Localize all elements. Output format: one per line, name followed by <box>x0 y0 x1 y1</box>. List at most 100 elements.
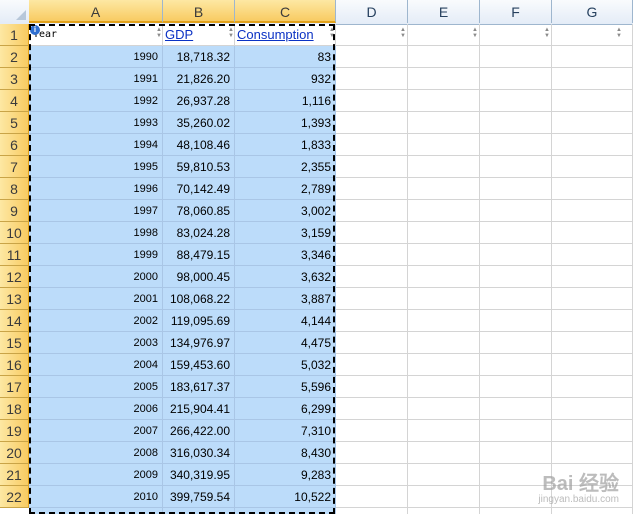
cell-year[interactable]: 1997 <box>29 200 163 222</box>
empty-cell[interactable] <box>408 178 480 200</box>
empty-cell[interactable] <box>552 508 633 514</box>
cell-b1-gdp-link[interactable]: GDP <box>163 24 235 46</box>
empty-cell[interactable] <box>336 156 408 178</box>
cell-consumption[interactable]: 3,887 <box>235 288 336 310</box>
empty-cell[interactable] <box>480 244 552 266</box>
empty-cell[interactable] <box>480 376 552 398</box>
filter-arrow-icon[interactable]: ▲ ▼ <box>156 27 163 39</box>
empty-cell[interactable] <box>408 288 480 310</box>
row-header-11[interactable]: 11 <box>0 244 29 266</box>
empty-cell[interactable] <box>480 288 552 310</box>
empty-cell[interactable] <box>408 464 480 486</box>
cell-consumption[interactable]: 3,002 <box>235 200 336 222</box>
cell-consumption[interactable]: 9,283 <box>235 464 336 486</box>
row-header-9[interactable]: 9 <box>0 200 29 222</box>
cell-year[interactable]: 1994 <box>29 134 163 156</box>
cell-gdp[interactable]: 70,142.49 <box>163 178 235 200</box>
empty-cell[interactable] <box>480 222 552 244</box>
row-header-21[interactable]: 21 <box>0 464 29 486</box>
cell-gdp[interactable]: 316,030.34 <box>163 442 235 464</box>
empty-cell[interactable] <box>408 266 480 288</box>
row-header-2[interactable]: 2 <box>0 46 29 68</box>
empty-cell[interactable] <box>480 112 552 134</box>
empty-cell[interactable] <box>336 508 408 514</box>
cell-consumption[interactable]: 2,789 <box>235 178 336 200</box>
row-header-22[interactable]: 22 <box>0 486 29 508</box>
empty-cell[interactable] <box>480 332 552 354</box>
cell-consumption[interactable]: 3,346 <box>235 244 336 266</box>
cell-year[interactable]: 2005 <box>29 376 163 398</box>
row-header-13[interactable]: 13 <box>0 288 29 310</box>
row-header-4[interactable]: 4 <box>0 90 29 112</box>
row-header-5[interactable]: 5 <box>0 112 29 134</box>
empty-cell[interactable] <box>552 310 633 332</box>
row-header-16[interactable]: 16 <box>0 354 29 376</box>
cell-year[interactable]: 1990 <box>29 46 163 68</box>
cell-year[interactable]: 2006 <box>29 398 163 420</box>
cell-consumption[interactable]: 1,116 <box>235 90 336 112</box>
cell-year[interactable]: 1995 <box>29 156 163 178</box>
cell-consumption[interactable]: 3,159 <box>235 222 336 244</box>
column-header-f[interactable]: F <box>480 0 552 23</box>
empty-cell[interactable] <box>552 398 633 420</box>
empty-cell[interactable] <box>408 420 480 442</box>
cell-gdp[interactable]: 108,068.22 <box>163 288 235 310</box>
row-header-12[interactable]: 12 <box>0 266 29 288</box>
cell-gdp[interactable]: 26,937.28 <box>163 90 235 112</box>
row-header-7[interactable]: 7 <box>0 156 29 178</box>
cell-consumption[interactable]: 6,299 <box>235 398 336 420</box>
empty-cell[interactable] <box>336 68 408 90</box>
cell-consumption[interactable]: 10,522 <box>235 486 336 508</box>
empty-cell[interactable] <box>552 222 633 244</box>
empty-cell[interactable] <box>552 420 633 442</box>
cell-year[interactable]: 2007 <box>29 420 163 442</box>
empty-cell[interactable] <box>552 200 633 222</box>
empty-cell[interactable] <box>336 332 408 354</box>
empty-cell[interactable] <box>408 442 480 464</box>
empty-cell[interactable] <box>480 68 552 90</box>
empty-cell[interactable] <box>480 354 552 376</box>
empty-cell[interactable] <box>552 244 633 266</box>
empty-cell[interactable] <box>408 68 480 90</box>
cell-gdp[interactable]: 399,759.54 <box>163 486 235 508</box>
cell-year[interactable]: 2002 <box>29 310 163 332</box>
cell-year[interactable]: 1998 <box>29 222 163 244</box>
empty-cell[interactable] <box>480 420 552 442</box>
empty-cell[interactable] <box>408 354 480 376</box>
empty-cell[interactable] <box>480 24 552 46</box>
empty-cell[interactable] <box>29 508 163 514</box>
empty-cell[interactable] <box>552 178 633 200</box>
row-header-19[interactable]: 19 <box>0 420 29 442</box>
cell-year[interactable]: 2010 <box>29 486 163 508</box>
empty-cell[interactable] <box>336 486 408 508</box>
row-header-6[interactable]: 6 <box>0 134 29 156</box>
cell-consumption[interactable]: 7,310 <box>235 420 336 442</box>
empty-cell[interactable] <box>552 288 633 310</box>
cell-year[interactable]: 1991 <box>29 68 163 90</box>
cell-consumption[interactable]: 2,355 <box>235 156 336 178</box>
row-header-17[interactable]: 17 <box>0 376 29 398</box>
filter-arrow-icon[interactable]: ▲ ▼ <box>228 27 235 39</box>
empty-cell[interactable] <box>336 288 408 310</box>
empty-cell[interactable] <box>336 398 408 420</box>
empty-cell[interactable] <box>480 442 552 464</box>
empty-cell[interactable] <box>408 200 480 222</box>
empty-cell[interactable] <box>336 266 408 288</box>
cell-year[interactable]: 1999 <box>29 244 163 266</box>
empty-cell[interactable] <box>336 354 408 376</box>
empty-cell[interactable] <box>480 178 552 200</box>
row-header-10[interactable]: 10 <box>0 222 29 244</box>
select-all-corner[interactable] <box>0 0 30 23</box>
empty-cell[interactable] <box>336 90 408 112</box>
empty-cell[interactable] <box>552 354 633 376</box>
cell-year[interactable]: 2009 <box>29 464 163 486</box>
cell-gdp[interactable]: 18,718.32 <box>163 46 235 68</box>
empty-cell[interactable] <box>408 46 480 68</box>
empty-cell[interactable] <box>480 134 552 156</box>
empty-cell[interactable] <box>408 112 480 134</box>
cell-consumption[interactable]: 5,032 <box>235 354 336 376</box>
empty-cell[interactable] <box>336 24 408 46</box>
empty-cell[interactable] <box>552 376 633 398</box>
column-header-a[interactable]: A <box>29 0 163 23</box>
empty-cell[interactable] <box>336 464 408 486</box>
